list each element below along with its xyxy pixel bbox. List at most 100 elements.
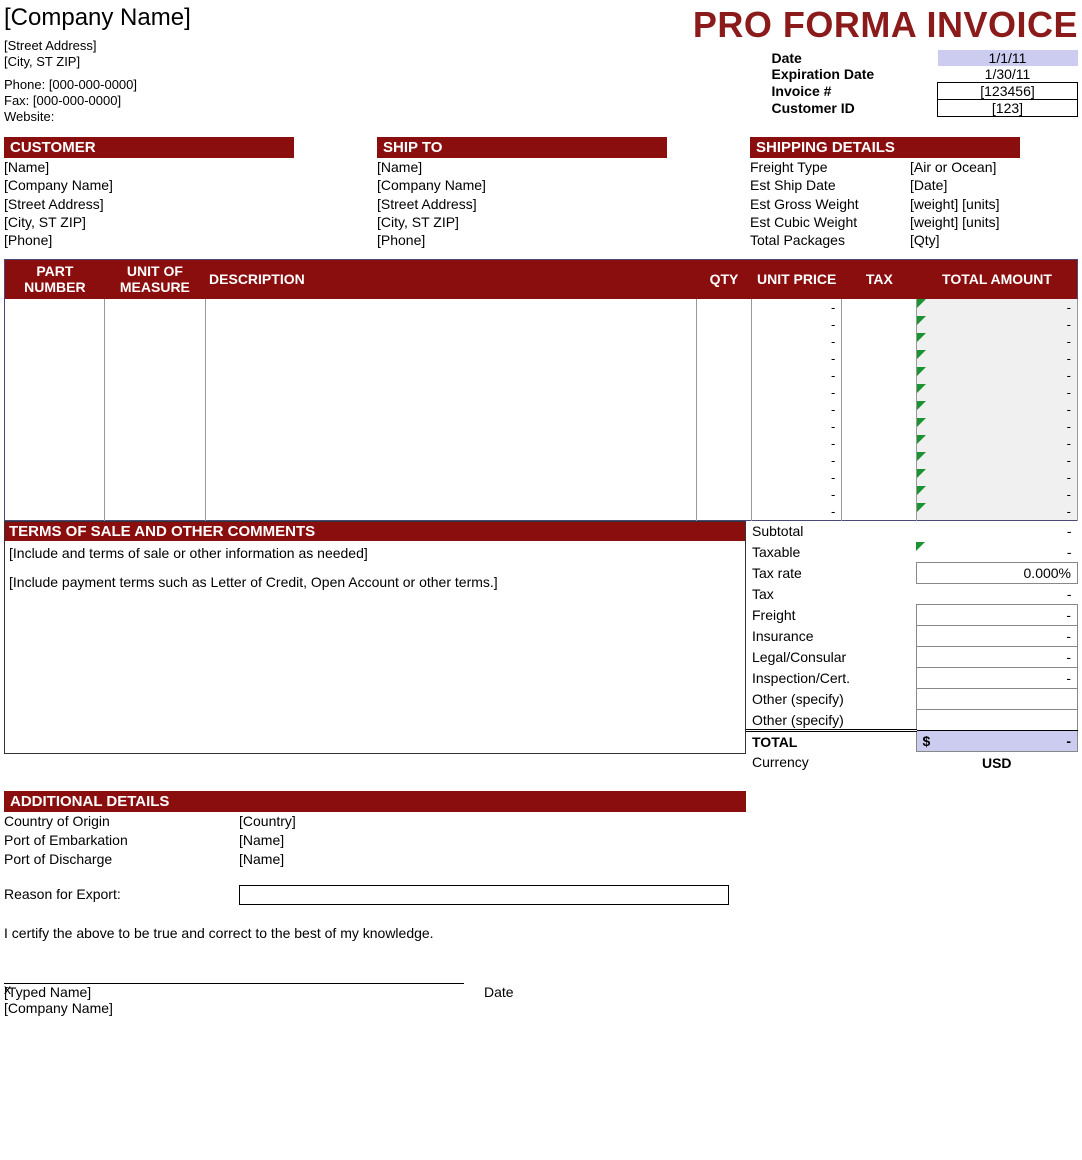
- unit-price-cell[interactable]: -: [752, 316, 842, 333]
- other2-label: Other (specify): [746, 710, 916, 731]
- total-amount-cell: -: [917, 384, 1078, 401]
- table-row[interactable]: --: [5, 367, 1078, 384]
- unit-price-cell[interactable]: -: [752, 401, 842, 418]
- shipto-header: SHIP TO: [377, 137, 667, 158]
- legal-value[interactable]: -: [916, 647, 1078, 668]
- freight-value[interactable]: -: [916, 605, 1078, 626]
- packages-value[interactable]: [Qty]: [910, 231, 940, 249]
- signature-line[interactable]: x: [4, 967, 464, 984]
- freight-type-value[interactable]: [Air or Ocean]: [910, 158, 996, 176]
- col-desc: DESCRIPTION: [205, 260, 696, 299]
- taxable-label: Taxable: [746, 542, 916, 563]
- expiration-label: Expiration Date: [768, 66, 938, 83]
- table-row[interactable]: --: [5, 333, 1078, 350]
- unit-price-cell[interactable]: -: [752, 350, 842, 367]
- col-part: PART NUMBER: [5, 260, 105, 299]
- items-table: PART NUMBER UNIT OF MEASURE DESCRIPTION …: [4, 259, 1078, 521]
- shipto-name[interactable]: [Name]: [377, 158, 750, 176]
- table-row[interactable]: --: [5, 299, 1078, 316]
- unit-price-cell[interactable]: -: [752, 435, 842, 452]
- shipto-company[interactable]: [Company Name]: [377, 176, 750, 194]
- ship-date-label: Est Ship Date: [750, 176, 910, 194]
- customer-id-value[interactable]: [123]: [938, 100, 1078, 117]
- sig-company: [Company Name]: [4, 1000, 1078, 1016]
- total-amount-cell: -: [917, 418, 1078, 435]
- unit-price-cell[interactable]: -: [752, 418, 842, 435]
- table-row[interactable]: --: [5, 384, 1078, 401]
- unit-price-cell[interactable]: -: [752, 503, 842, 521]
- unit-price-cell[interactable]: -: [752, 367, 842, 384]
- invoice-num-value[interactable]: [123456]: [938, 83, 1078, 100]
- table-row[interactable]: --: [5, 486, 1078, 503]
- taxable-value: -: [916, 542, 1078, 563]
- expiration-value[interactable]: 1/30/11: [938, 66, 1078, 83]
- certify-text: I certify the above to be true and corre…: [4, 925, 1078, 941]
- terms-line-1[interactable]: [Include and terms of sale or other info…: [9, 543, 741, 564]
- origin-value[interactable]: [Country]: [239, 812, 296, 831]
- customer-phone[interactable]: [Phone]: [4, 231, 377, 249]
- inspection-value[interactable]: -: [916, 668, 1078, 689]
- table-row[interactable]: --: [5, 350, 1078, 367]
- unit-price-cell[interactable]: -: [752, 384, 842, 401]
- tax-value: -: [916, 584, 1078, 605]
- total-amount-cell: -: [917, 435, 1078, 452]
- table-row[interactable]: --: [5, 401, 1078, 418]
- table-row[interactable]: --: [5, 469, 1078, 486]
- origin-label: Country of Origin: [4, 812, 239, 831]
- reason-input[interactable]: [239, 885, 729, 905]
- unit-price-cell[interactable]: -: [752, 486, 842, 503]
- customer-name[interactable]: [Name]: [4, 158, 377, 176]
- total-amount-cell: -: [917, 367, 1078, 384]
- embark-label: Port of Embarkation: [4, 831, 239, 850]
- additional-details-header: ADDITIONAL DETAILS: [4, 791, 746, 812]
- customer-city[interactable]: [City, ST ZIP]: [4, 213, 377, 231]
- total-amount-cell: -: [917, 469, 1078, 486]
- other1-value[interactable]: [916, 689, 1078, 710]
- customer-street[interactable]: [Street Address]: [4, 195, 377, 213]
- total-label: TOTAL: [746, 731, 916, 752]
- unit-price-cell[interactable]: -: [752, 452, 842, 469]
- total-amount-cell: -: [917, 316, 1078, 333]
- total-amount-cell: -: [917, 299, 1078, 316]
- inspection-label: Inspection/Cert.: [746, 668, 916, 689]
- col-price: UNIT PRICE: [752, 260, 842, 299]
- discharge-value[interactable]: [Name]: [239, 850, 284, 869]
- embark-value[interactable]: [Name]: [239, 831, 284, 850]
- customer-company[interactable]: [Company Name]: [4, 176, 377, 194]
- unit-price-cell[interactable]: -: [752, 333, 842, 350]
- table-row[interactable]: --: [5, 452, 1078, 469]
- unit-price-cell[interactable]: -: [752, 299, 842, 316]
- taxrate-value[interactable]: 0.000%: [916, 563, 1078, 584]
- currency-value: USD: [916, 752, 1078, 773]
- table-row[interactable]: --: [5, 418, 1078, 435]
- table-row[interactable]: --: [5, 503, 1078, 521]
- unit-price-cell[interactable]: -: [752, 469, 842, 486]
- tax-label: Tax: [746, 584, 916, 605]
- shipto-street[interactable]: [Street Address]: [377, 195, 750, 213]
- shipping-header: SHIPPING DETAILS: [750, 137, 1020, 158]
- company-website: Website:: [4, 109, 191, 125]
- sig-date-label: Date: [484, 984, 514, 1000]
- insurance-value[interactable]: -: [916, 626, 1078, 647]
- document-title: PRO FORMA INVOICE: [693, 4, 1078, 46]
- shipto-city[interactable]: [City, ST ZIP]: [377, 213, 750, 231]
- company-name: [Company Name]: [4, 4, 191, 32]
- invoice-num-label: Invoice #: [768, 83, 938, 100]
- cubic-weight-value[interactable]: [weight] [units]: [910, 213, 1000, 231]
- table-row[interactable]: --: [5, 316, 1078, 333]
- subtotal-label: Subtotal: [746, 521, 916, 542]
- shipto-phone[interactable]: [Phone]: [377, 231, 750, 249]
- total-amount-cell: -: [917, 503, 1078, 521]
- date-value[interactable]: 1/1/11: [938, 50, 1078, 66]
- terms-line-2[interactable]: [Include payment terms such as Letter of…: [9, 572, 741, 593]
- subtotal-value: -: [916, 521, 1078, 542]
- other2-value[interactable]: [916, 710, 1078, 731]
- cubic-weight-label: Est Cubic Weight: [750, 213, 910, 231]
- meta-table: Date 1/1/11 Expiration Date 1/30/11 Invo…: [768, 50, 1079, 117]
- terms-header: TERMS OF SALE AND OTHER COMMENTS: [5, 522, 745, 541]
- taxrate-label: Tax rate: [746, 563, 916, 584]
- table-row[interactable]: --: [5, 435, 1078, 452]
- gross-weight-value[interactable]: [weight] [units]: [910, 195, 1000, 213]
- customer-id-label: Customer ID: [768, 100, 938, 117]
- ship-date-value[interactable]: [Date]: [910, 176, 947, 194]
